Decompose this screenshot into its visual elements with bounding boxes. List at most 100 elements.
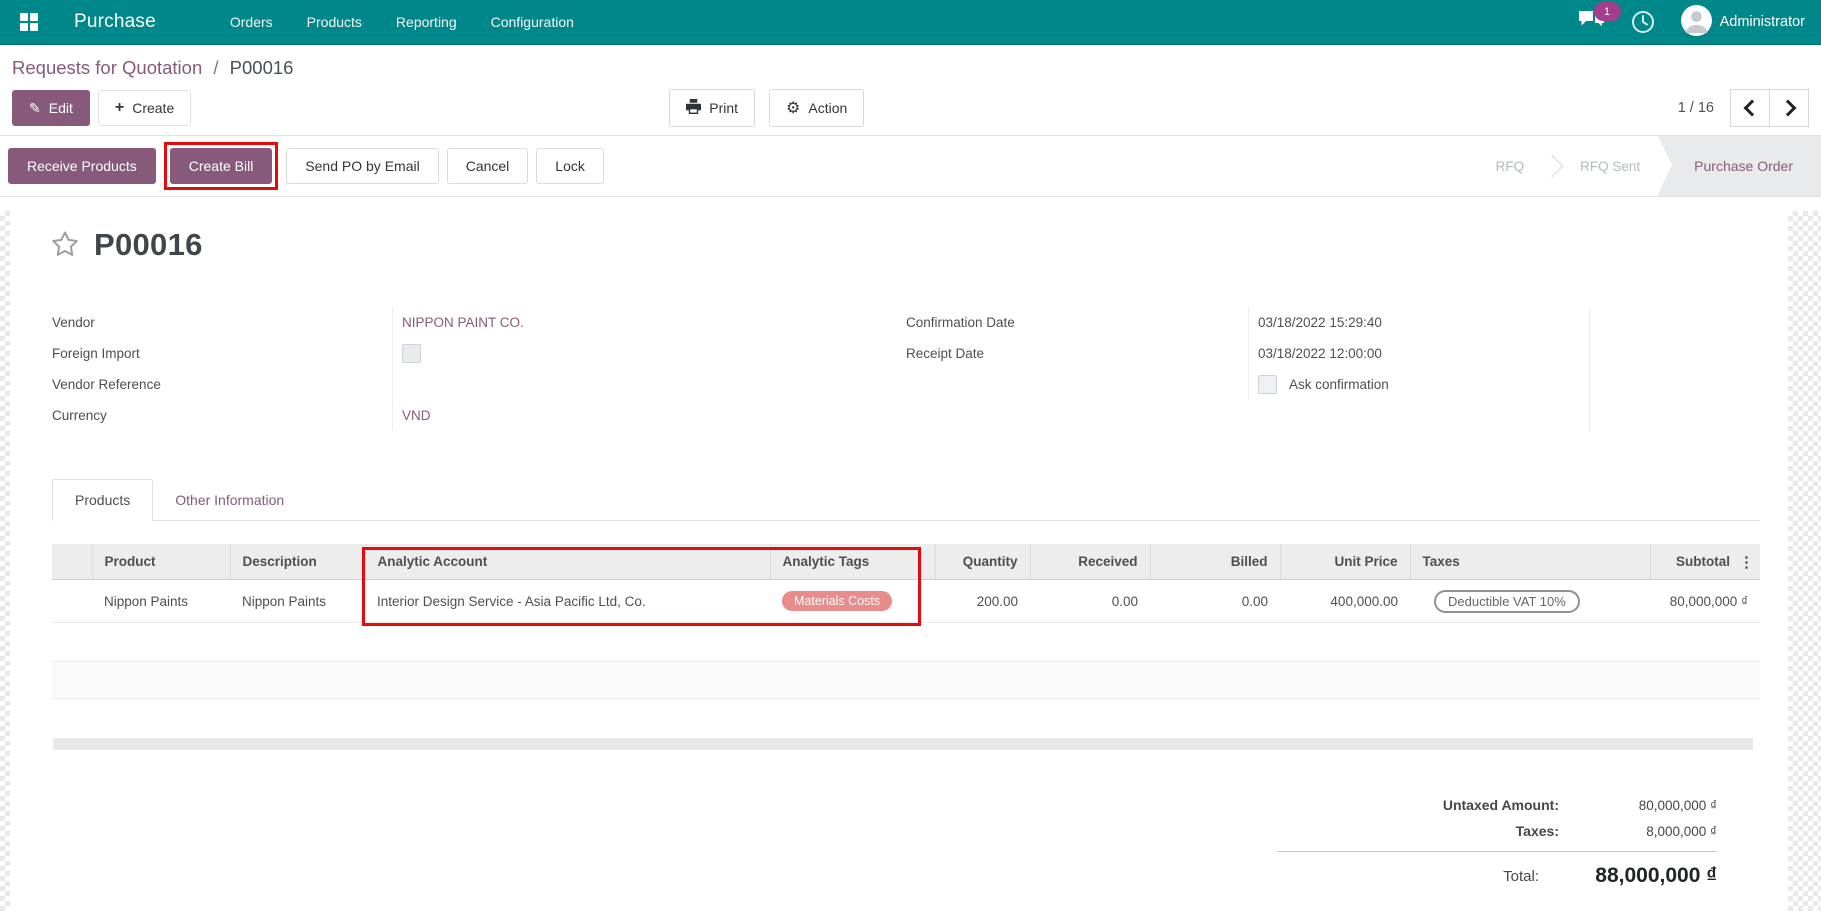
cell-handle <box>52 580 92 623</box>
create-button[interactable]: + Create <box>98 90 191 126</box>
receipt-date-label: Receipt Date <box>906 346 1248 361</box>
totals-divider <box>1277 851 1717 852</box>
taxes-value: 8,000,000 ₫ <box>1559 824 1717 839</box>
apps-grid-icon[interactable] <box>12 5 46 39</box>
ask-confirmation-checkbox[interactable] <box>1258 375 1277 394</box>
transparent-edge-right <box>1788 211 1821 911</box>
vendor-reference-value <box>392 369 906 400</box>
activities-clock-icon[interactable] <box>1631 10 1655 34</box>
foreign-import-label: Foreign Import <box>52 346 392 361</box>
menu-reporting[interactable]: Reporting <box>382 2 471 42</box>
table-row[interactable]: Nippon Paints Nippon Paints Interior Des… <box>52 580 1760 623</box>
tab-other-information[interactable]: Other Information <box>153 480 306 520</box>
pager: 1 / 16 <box>1678 89 1809 127</box>
breadcrumb-parent-link[interactable]: Requests for Quotation <box>12 57 202 78</box>
cell-product: Nippon Paints <box>92 580 230 623</box>
gear-icon: ⚙ <box>786 98 800 118</box>
action-button-label: Action <box>808 100 847 116</box>
status-steps: RFQ RFQ Sent Purchase Order <box>1492 136 1821 196</box>
cell-received: 0.00 <box>1030 580 1150 623</box>
cell-description: Nippon Paints <box>230 580 365 623</box>
favorite-star-icon[interactable] <box>50 229 80 261</box>
header-analytic-account: Analytic Account <box>365 544 770 580</box>
field-foreign-import: Foreign Import <box>52 338 906 369</box>
header-subtotal: Subtotal ⋮ <box>1650 544 1760 580</box>
send-po-by-email-button[interactable]: Send PO by Email <box>286 148 438 184</box>
empty-row <box>52 662 1760 699</box>
step-rfq-sent: RFQ Sent <box>1576 159 1644 174</box>
currency-value-link[interactable]: VND <box>402 408 431 423</box>
field-group-left: Vendor NIPPON PAINT CO. Foreign Import V… <box>52 307 906 431</box>
vendor-value-link[interactable]: NIPPON PAINT CO. <box>402 315 524 330</box>
user-menu[interactable]: Administrator <box>1681 5 1805 39</box>
receive-products-button[interactable]: Receive Products <box>8 148 156 184</box>
header-billed: Billed <box>1150 544 1280 580</box>
horizontal-scrollbar[interactable] <box>53 738 1753 750</box>
total-row: Total: 88,000,000 ₫ <box>1077 859 1717 893</box>
avatar <box>1681 5 1712 39</box>
create-button-label: Create <box>132 100 174 116</box>
edit-button[interactable]: ✎ Edit <box>12 90 90 126</box>
field-currency: Currency VND <box>52 400 906 431</box>
vendor-reference-label: Vendor Reference <box>52 377 392 392</box>
optional-columns-icon[interactable]: ⋮ <box>1739 553 1754 571</box>
pager-count: 1 / 16 <box>1678 100 1714 116</box>
user-name: Administrator <box>1720 14 1805 30</box>
table-header-row: Product Description Analytic Account Ana… <box>52 544 1760 580</box>
button-row: ✎ Edit + Create Print ⚙ Action <box>12 89 1809 127</box>
empty-row <box>52 699 1760 736</box>
order-lines-table: Product Description Analytic Account Ana… <box>52 544 1760 623</box>
annotation-box-create-bill: Create Bill <box>164 142 279 190</box>
header-handle <box>52 544 92 580</box>
order-lines-table-wrap: Product Description Analytic Account Ana… <box>52 544 1760 623</box>
analytic-tag-pill: Materials Costs <box>782 591 892 611</box>
notebook-tabs: Products Other Information <box>52 479 1760 521</box>
ask-confirmation-label: Ask confirmation <box>1289 377 1389 392</box>
cell-analytic-tags: Materials Costs <box>770 580 935 623</box>
action-button[interactable]: ⚙ Action <box>769 89 864 127</box>
pencil-icon: ✎ <box>29 100 41 117</box>
taxes-label: Taxes: <box>1516 823 1559 839</box>
header-product: Product <box>92 544 230 580</box>
taxes-row: Taxes: 8,000,000 ₫ <box>1077 818 1717 844</box>
untaxed-amount-label: Untaxed Amount: <box>1443 797 1559 813</box>
field-group-right: Confirmation Date 03/18/2022 15:29:40 Re… <box>906 307 1590 431</box>
tax-pill: Deductible VAT 10% <box>1434 590 1580 613</box>
tab-products[interactable]: Products <box>52 479 153 521</box>
cell-subtotal: 80,000,000 ₫ <box>1650 580 1760 623</box>
menu-configuration[interactable]: Configuration <box>477 2 588 42</box>
menu-orders[interactable]: Orders <box>216 2 287 42</box>
header-taxes: Taxes <box>1410 544 1650 580</box>
step-rfq: RFQ <box>1492 159 1529 174</box>
menu-products[interactable]: Products <box>293 2 376 42</box>
untaxed-amount-value: 80,000,000 ₫ <box>1559 798 1717 813</box>
field-confirmation-date: Confirmation Date 03/18/2022 15:29:40 <box>906 307 1589 338</box>
foreign-import-checkbox[interactable] <box>402 344 421 363</box>
cell-taxes: Deductible VAT 10% <box>1410 580 1650 623</box>
pager-next-button[interactable] <box>1769 89 1809 127</box>
untaxed-amount-row: Untaxed Amount: 80,000,000 ₫ <box>1077 792 1717 818</box>
breadcrumb-current: P00016 <box>230 57 294 78</box>
statusbar-buttons: Receive Products Create Bill Send PO by … <box>8 142 604 190</box>
pager-previous-button[interactable] <box>1730 89 1770 127</box>
main-menu: Orders Products Reporting Configuration <box>216 2 588 42</box>
app-title[interactable]: Purchase <box>74 11 156 33</box>
plus-icon: + <box>115 99 124 117</box>
field-groups: Vendor NIPPON PAINT CO. Foreign Import V… <box>52 307 1821 431</box>
messages-icon[interactable]: 1 <box>1578 10 1605 34</box>
field-vendor-reference: Vendor Reference <box>52 369 906 400</box>
step-chevron-icon <box>1541 155 1564 178</box>
total-value: 88,000,000 ₫ <box>1539 864 1717 888</box>
breadcrumb: Requests for Quotation / P00016 <box>12 57 1809 79</box>
cell-unit-price: 400,000.00 <box>1280 580 1410 623</box>
lock-button[interactable]: Lock <box>536 148 604 184</box>
step-purchase-order-active: Purchase Order <box>1658 136 1821 196</box>
record-title: P00016 <box>94 227 203 263</box>
cancel-button[interactable]: Cancel <box>447 148 529 184</box>
breadcrumb-separator: / <box>213 57 218 78</box>
printer-icon <box>686 99 701 117</box>
print-button[interactable]: Print <box>669 89 755 127</box>
create-bill-button[interactable]: Create Bill <box>170 148 273 184</box>
transparent-edge-left <box>0 211 10 911</box>
header-received: Received <box>1030 544 1150 580</box>
